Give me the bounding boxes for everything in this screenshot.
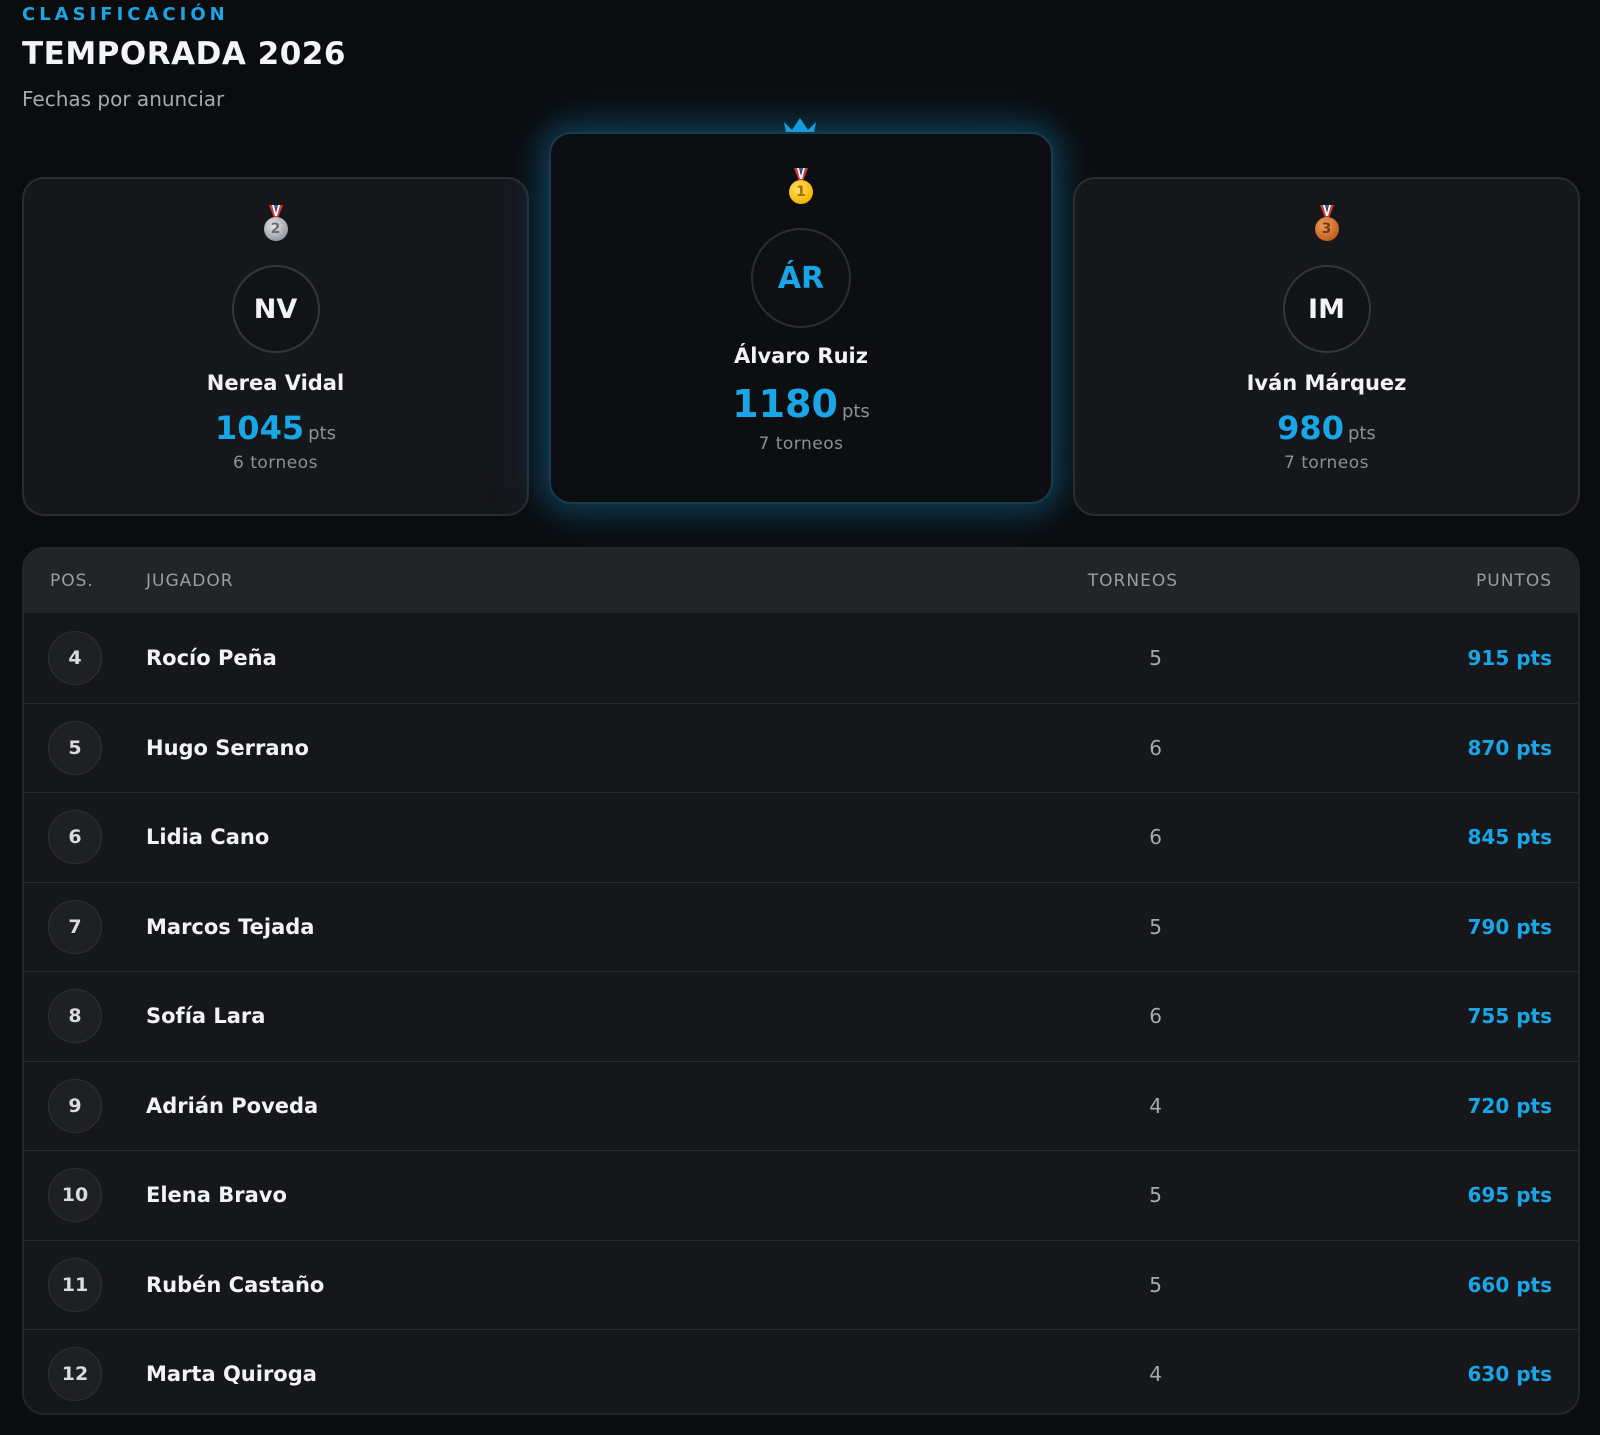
player-cell: Marta Quiroga xyxy=(146,1362,317,1387)
header-tournaments[interactable]: TORNEOS xyxy=(958,571,1178,591)
header-points[interactable]: PUNTOS xyxy=(1178,571,1578,591)
header-pos[interactable]: POS. xyxy=(24,571,146,591)
player-cell: Rubén Castaño xyxy=(146,1272,325,1297)
avatar: IM xyxy=(1282,265,1371,353)
rank-badge: 8 xyxy=(48,989,102,1044)
podium-card-first[interactable]: 1 ÁR Álvaro Ruiz 1180 pts 7 torneos xyxy=(549,132,1053,504)
player-cell: Elena Bravo xyxy=(146,1183,287,1208)
gold-medal-icon: 1 xyxy=(787,168,815,210)
pos-cell: 12 xyxy=(24,1347,146,1402)
avatar: NV xyxy=(231,265,320,353)
points-cell: 790 pts xyxy=(1467,914,1553,939)
tournaments-cell: 5 xyxy=(1149,1272,1162,1297)
points-cell: 845 pts xyxy=(1467,825,1553,850)
points-unit: pts xyxy=(1347,423,1376,444)
tournaments-cell: 4 xyxy=(1149,1362,1162,1387)
points-unit: pts xyxy=(308,423,336,444)
tournaments-cell: 6 xyxy=(1149,825,1162,850)
player-cell: Adrián Poveda xyxy=(146,1093,319,1118)
points-cell: 720 pts xyxy=(1467,1093,1553,1118)
player-name: Álvaro Ruiz xyxy=(734,344,868,368)
points-cell: 915 pts xyxy=(1467,645,1553,670)
silver-medal-icon: 2 xyxy=(262,205,290,247)
table-row[interactable]: 6 Lidia Cano 6 845 pts xyxy=(24,792,1578,882)
medal-number: 1 xyxy=(789,180,813,204)
leaderboard-page: CLASIFICACIÓN TEMPORADA 2026 Fechas por … xyxy=(0,0,1600,1435)
page-subtitle: Fechas por anunciar xyxy=(22,87,225,111)
rank-badge: 7 xyxy=(48,899,102,954)
page-title: TEMPORADA 2026 xyxy=(22,36,346,72)
table-row[interactable]: 9 Adrián Poveda 4 720 pts xyxy=(24,1060,1578,1151)
rank-badge: 11 xyxy=(48,1257,102,1312)
player-cell: Lidia Cano xyxy=(146,825,270,850)
player-cell: Rocío Peña xyxy=(146,645,277,670)
table-row[interactable]: 11 Rubén Castaño 5 660 pts xyxy=(24,1239,1578,1330)
player-score: 1045 pts xyxy=(24,409,527,447)
tournaments-cell: 5 xyxy=(1149,914,1162,939)
player-score: 1180 pts xyxy=(551,382,1051,426)
points-value: 980 xyxy=(1277,409,1344,447)
tournaments-cell: 4 xyxy=(1149,1093,1162,1118)
rank-badge: 12 xyxy=(48,1347,102,1402)
tournaments-cell: 5 xyxy=(1149,1183,1162,1208)
tournaments-count: 7 torneos xyxy=(758,434,844,454)
table-row[interactable]: 5 Hugo Serrano 6 870 pts xyxy=(24,702,1578,793)
pos-cell: 8 xyxy=(24,989,146,1044)
pos-cell: 9 xyxy=(24,1078,146,1133)
table-row[interactable]: 8 Sofía Lara 6 755 pts xyxy=(24,971,1578,1061)
table-row[interactable]: 7 Marcos Tejada 5 790 pts xyxy=(24,881,1578,972)
points-value: 1045 xyxy=(215,409,305,447)
pos-cell: 7 xyxy=(24,899,146,954)
standings-table: POS. JUGADOR TORNEOS PUNTOS 4 Rocío Peña… xyxy=(22,547,1580,1415)
rank-badge: 4 xyxy=(48,630,102,685)
pos-cell: 5 xyxy=(24,720,146,775)
player-name: Nerea Vidal xyxy=(206,371,345,395)
rank-badge: 5 xyxy=(48,720,102,775)
section-eyebrow: CLASIFICACIÓN xyxy=(22,4,229,25)
podium-card-third[interactable]: 3 IM Iván Márquez 980 pts 7 torneos xyxy=(1073,177,1580,516)
points-cell: 755 pts xyxy=(1467,1004,1553,1029)
pos-cell: 11 xyxy=(24,1257,146,1312)
pos-cell: 6 xyxy=(24,810,146,865)
points-unit: pts xyxy=(841,401,870,422)
points-cell: 660 pts xyxy=(1467,1272,1553,1297)
tournaments-count: 7 torneos xyxy=(1284,453,1369,473)
table-header: POS. JUGADOR TORNEOS PUNTOS xyxy=(24,549,1578,613)
player-name: Iván Márquez xyxy=(1246,371,1407,395)
podium-card-second[interactable]: 2 NV Nerea Vidal 1045 pts 6 torneos xyxy=(22,177,529,516)
points-cell: 630 pts xyxy=(1467,1362,1553,1387)
tournaments-count: 6 torneos xyxy=(233,453,318,473)
tournaments-cell: 5 xyxy=(1149,645,1162,670)
rank-badge: 9 xyxy=(48,1078,102,1133)
player-cell: Sofía Lara xyxy=(146,1004,266,1029)
table-body: 4 Rocío Peña 5 915 pts 5 Hugo Serrano 6 … xyxy=(24,613,1578,1413)
points-cell: 870 pts xyxy=(1467,735,1553,760)
player-score: 980 pts xyxy=(1075,409,1578,447)
rank-badge: 10 xyxy=(48,1168,102,1223)
player-cell: Hugo Serrano xyxy=(146,735,309,760)
table-row[interactable]: 10 Elena Bravo 5 695 pts xyxy=(24,1150,1578,1240)
player-cell: Marcos Tejada xyxy=(146,914,315,939)
points-cell: 695 pts xyxy=(1467,1183,1553,1208)
tournaments-cell: 6 xyxy=(1149,735,1162,760)
points-value: 1180 xyxy=(732,382,838,426)
pos-cell: 4 xyxy=(24,630,146,685)
medal-number: 3 xyxy=(1314,217,1339,241)
avatar: ÁR xyxy=(751,228,851,328)
rank-badge: 6 xyxy=(48,810,102,865)
tournaments-cell: 6 xyxy=(1149,1004,1162,1029)
medal-number: 2 xyxy=(263,217,288,241)
pos-cell: 10 xyxy=(24,1168,146,1223)
bronze-medal-icon: 3 xyxy=(1313,205,1341,247)
header-player[interactable]: JUGADOR xyxy=(146,571,958,591)
table-row[interactable]: 4 Rocío Peña 5 915 pts xyxy=(24,613,1578,703)
table-row[interactable]: 12 Marta Quiroga 4 630 pts xyxy=(24,1329,1578,1413)
